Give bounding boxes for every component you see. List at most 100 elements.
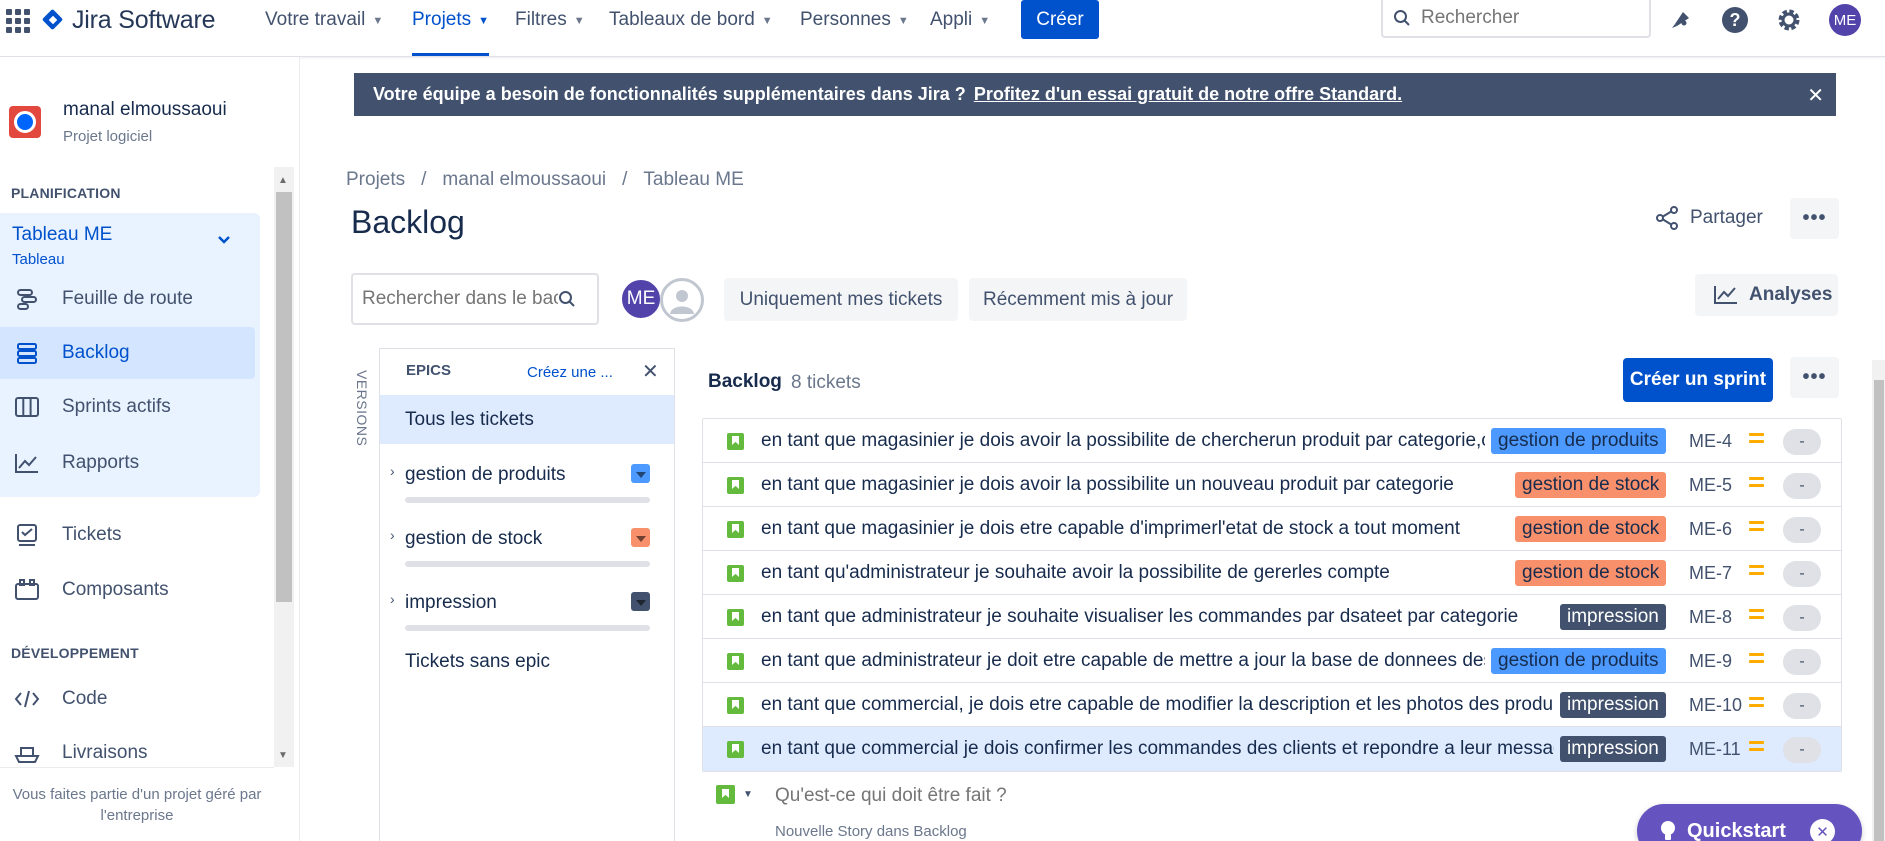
- issue-row[interactable]: en tant que administrateur je doit etre …: [703, 639, 1841, 683]
- search-input[interactable]: [1421, 7, 1631, 29]
- issue-summary[interactable]: en tant que administrateur je doit etre …: [761, 650, 1485, 672]
- create-button[interactable]: Créer: [1021, 0, 1099, 39]
- nav-projects[interactable]: Projets ▼: [412, 0, 490, 56]
- story-points-badge[interactable]: -: [1783, 649, 1821, 675]
- issue-summary[interactable]: en tant qu'administrateur je souhaite av…: [761, 562, 1509, 584]
- issue-type-selector[interactable]: ▼: [716, 785, 753, 804]
- chevron-right-icon[interactable]: ›: [390, 463, 395, 479]
- only-my-issues-filter[interactable]: Uniquement mes tickets: [724, 278, 958, 321]
- main-scroll-thumb[interactable]: [1874, 380, 1884, 841]
- issue-key[interactable]: ME-10: [1689, 695, 1742, 716]
- share-button[interactable]: Partager: [1654, 205, 1763, 231]
- issue-summary[interactable]: en tant que commercial, je dois etre cap…: [761, 694, 1554, 716]
- nav-your-work[interactable]: Votre travail ▼: [265, 0, 383, 40]
- epic-item-gestion-de-produits[interactable]: › gestion de produits: [380, 457, 674, 517]
- epic-lozenge[interactable]: gestion de produits: [1491, 648, 1666, 674]
- epic-lozenge[interactable]: impression: [1560, 736, 1666, 762]
- close-icon[interactable]: ✕: [1807, 83, 1824, 108]
- issue-summary[interactable]: en tant que commercial je dois confirmer…: [761, 738, 1554, 760]
- issue-summary[interactable]: en tant que magasinier je dois etre capa…: [761, 518, 1509, 540]
- issue-key[interactable]: ME-7: [1689, 563, 1732, 584]
- create-epic-link[interactable]: Créez une ...: [527, 364, 613, 381]
- nav-people[interactable]: Personnes ▼: [800, 0, 909, 40]
- settings-gear-icon[interactable]: [1774, 5, 1804, 35]
- scroll-down-icon[interactable]: ▼: [278, 750, 288, 761]
- breadcrumb-projects[interactable]: Projets: [346, 169, 405, 191]
- backlog-search-input[interactable]: [362, 288, 558, 310]
- story-points-badge[interactable]: -: [1783, 429, 1821, 455]
- more-actions-icon[interactable]: •••: [1790, 198, 1839, 239]
- nav-dashboards[interactable]: Tableaux de bord ▼: [609, 0, 773, 40]
- board-name[interactable]: Tableau ME: [12, 224, 112, 246]
- story-points-badge[interactable]: -: [1783, 605, 1821, 631]
- issue-row[interactable]: en tant que magasinier je dois avoir la …: [703, 463, 1841, 507]
- backlog-more-icon[interactable]: •••: [1790, 357, 1839, 398]
- recently-updated-filter[interactable]: Récemment mis à jour: [969, 278, 1187, 321]
- issue-key[interactable]: ME-5: [1689, 475, 1732, 496]
- nav-filters[interactable]: Filtres ▼: [515, 0, 585, 40]
- epic-color-dropdown-icon[interactable]: [631, 464, 650, 483]
- issue-summary[interactable]: en tant que magasinier je dois avoir la …: [761, 430, 1485, 452]
- close-icon[interactable]: ✕: [1810, 819, 1835, 841]
- epic-color-dropdown-icon[interactable]: [631, 528, 650, 547]
- sidebar-item-reports[interactable]: Rapports: [0, 437, 255, 489]
- story-points-badge[interactable]: -: [1783, 517, 1821, 543]
- epic-lozenge[interactable]: gestion de produits: [1491, 428, 1666, 454]
- epic-lozenge[interactable]: gestion de stock: [1515, 560, 1667, 586]
- epic-lozenge[interactable]: impression: [1560, 692, 1666, 718]
- close-icon[interactable]: ✕: [642, 359, 659, 384]
- global-search[interactable]: [1381, 0, 1651, 38]
- notifications-icon[interactable]: [1666, 5, 1696, 35]
- assignee-avatar-unassigned[interactable]: [660, 278, 704, 322]
- issue-summary[interactable]: en tant que magasinier je dois avoir la …: [761, 474, 1509, 496]
- sidebar-item-code[interactable]: Code: [0, 673, 255, 725]
- insights-button[interactable]: Analyses: [1695, 274, 1838, 316]
- issue-key[interactable]: ME-8: [1689, 607, 1732, 628]
- issues-without-epic[interactable]: Tickets sans epic: [405, 651, 550, 673]
- issue-key[interactable]: ME-4: [1689, 431, 1732, 452]
- sidebar-item-active-sprints[interactable]: Sprints actifs: [0, 381, 255, 433]
- new-issue-input[interactable]: [775, 785, 1175, 807]
- sidebar-scroll-thumb[interactable]: [276, 192, 292, 602]
- issue-row[interactable]: en tant que commercial, je dois etre cap…: [703, 683, 1841, 727]
- app-switcher-icon[interactable]: [3, 8, 31, 33]
- versions-tab[interactable]: VERSIONS: [354, 370, 370, 446]
- scroll-up-icon[interactable]: ▲: [278, 175, 288, 186]
- epic-lozenge[interactable]: gestion de stock: [1515, 516, 1667, 542]
- epic-item-impression[interactable]: › impression: [380, 585, 674, 645]
- quickstart-button[interactable]: Quickstart ✕: [1637, 804, 1862, 841]
- help-icon[interactable]: ?: [1720, 5, 1750, 35]
- sidebar-item-backlog[interactable]: Backlog: [0, 327, 255, 379]
- jira-logo[interactable]: Jira Software: [42, 5, 215, 35]
- story-points-badge[interactable]: -: [1783, 473, 1821, 499]
- epic-filter-all[interactable]: Tous les tickets: [380, 395, 674, 444]
- story-points-badge[interactable]: -: [1783, 693, 1821, 719]
- breadcrumb-project[interactable]: manal elmoussaoui: [442, 169, 606, 191]
- create-sprint-button[interactable]: Créer un sprint: [1623, 358, 1773, 402]
- chevron-right-icon[interactable]: ›: [390, 527, 395, 543]
- issue-key[interactable]: ME-6: [1689, 519, 1732, 540]
- issue-key[interactable]: ME-11: [1689, 739, 1741, 760]
- user-avatar[interactable]: ME: [1829, 4, 1861, 36]
- issue-row[interactable]: en tant que commercial je dois confirmer…: [703, 727, 1841, 771]
- backlog-search[interactable]: [351, 273, 599, 325]
- nav-apps[interactable]: Appli ▼: [930, 0, 990, 40]
- breadcrumb-board[interactable]: Tableau ME: [643, 169, 743, 191]
- chevron-down-icon[interactable]: [217, 232, 231, 248]
- assignee-avatar-me[interactable]: ME: [620, 278, 662, 320]
- epic-lozenge[interactable]: gestion de stock: [1515, 472, 1667, 498]
- issue-row[interactable]: en tant que magasinier je dois etre capa…: [703, 507, 1841, 551]
- epic-lozenge[interactable]: impression: [1560, 604, 1666, 630]
- issue-key[interactable]: ME-9: [1689, 651, 1732, 672]
- epic-color-dropdown-icon[interactable]: [631, 592, 650, 611]
- issue-row[interactable]: en tant que magasinier je dois avoir la …: [703, 419, 1841, 463]
- sidebar-item-issues[interactable]: Tickets: [0, 509, 255, 561]
- sidebar-item-roadmap[interactable]: Feuille de route: [0, 273, 255, 325]
- issue-row[interactable]: en tant qu'administrateur je souhaite av…: [703, 551, 1841, 595]
- issue-summary[interactable]: en tant que administrateur je souhaite v…: [761, 606, 1554, 628]
- banner-trial-link[interactable]: Profitez d'un essai gratuit de notre off…: [974, 84, 1402, 105]
- story-points-badge[interactable]: -: [1783, 737, 1821, 763]
- story-points-badge[interactable]: -: [1783, 561, 1821, 587]
- epic-item-gestion-de-stock[interactable]: › gestion de stock: [380, 521, 674, 581]
- sidebar-item-components[interactable]: Composants: [0, 564, 255, 616]
